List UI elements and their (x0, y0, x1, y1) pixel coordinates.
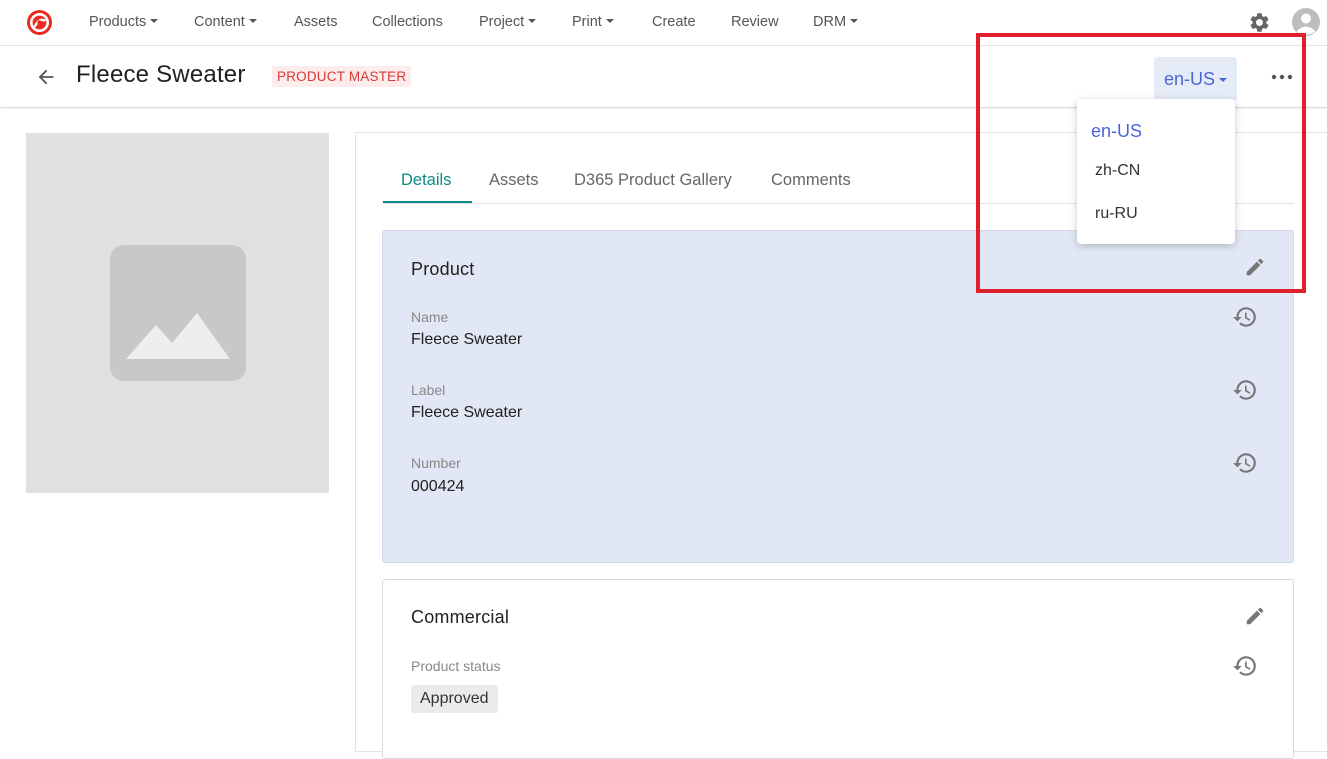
active-tab-indicator (383, 201, 472, 203)
nav-products-menu[interactable]: Products (89, 14, 159, 30)
nav-print-menu[interactable]: Print (572, 14, 614, 30)
language-option-en-us[interactable]: en-US (1091, 121, 1142, 142)
product-image-placeholder[interactable] (26, 133, 329, 493)
language-option-zh-cn[interactable]: zh-CN (1095, 162, 1140, 180)
language-option-ru-ru[interactable]: ru-RU (1095, 205, 1138, 223)
image-placeholder-icon (110, 245, 246, 381)
nav-assets-link[interactable]: Assets (294, 14, 338, 30)
gear-icon[interactable] (1248, 11, 1271, 34)
nav-drm-label: DRM (813, 14, 847, 30)
field-label-number: Number (411, 455, 461, 471)
language-selector-label: en-US (1164, 69, 1216, 89)
nav-drm-menu[interactable]: DRM (813, 14, 859, 30)
nav-assets-label: Assets (294, 14, 338, 30)
history-icon[interactable] (1232, 653, 1258, 679)
user-avatar-icon[interactable] (1292, 8, 1320, 36)
history-icon[interactable] (1232, 377, 1258, 403)
edit-pencil-icon[interactable] (1244, 256, 1266, 278)
nav-collections-link[interactable]: Collections (372, 14, 443, 30)
nav-create-label: Create (652, 14, 696, 30)
tab-details[interactable]: Details (401, 171, 451, 190)
top-navigation-bar: Products Content Assets Collections Proj… (0, 0, 1327, 46)
field-label-name: Name (411, 309, 449, 325)
field-value-name: Fleece Sweater (411, 331, 523, 348)
nav-collections-label: Collections (372, 14, 443, 30)
commercial-section-title: Commercial (411, 607, 510, 627)
chevron-down-icon (850, 19, 859, 23)
nav-project-menu[interactable]: Project (479, 14, 537, 30)
commercial-section-card: Commercial Product status Approved (382, 579, 1294, 759)
nav-print-label: Print (572, 14, 602, 30)
product-section-title: Product (411, 259, 475, 279)
field-value-number: 000424 (411, 478, 465, 495)
tab-comments[interactable]: Comments (771, 171, 851, 190)
chevron-down-icon (605, 19, 614, 23)
nav-content-menu[interactable]: Content (194, 14, 257, 30)
chevron-down-icon (528, 19, 537, 23)
edit-pencil-icon[interactable] (1244, 605, 1266, 627)
field-value-label: Fleece Sweater (411, 404, 523, 421)
product-master-badge: PRODUCT MASTER (272, 66, 412, 87)
chevron-down-icon (1219, 78, 1228, 82)
field-label-product-status: Product status (411, 658, 501, 674)
nav-products-label: Products (89, 14, 147, 30)
sitecore-logo-icon[interactable] (26, 9, 53, 36)
tab-assets[interactable]: Assets (489, 171, 539, 190)
language-dropdown-menu: en-US zh-CN ru-RU (1077, 99, 1235, 244)
product-section-card: Product Name Fleece Sweater Label Fleece… (382, 230, 1294, 563)
nav-content-label: Content (194, 14, 245, 30)
history-icon[interactable] (1232, 304, 1258, 330)
history-icon[interactable] (1232, 450, 1258, 476)
chevron-down-icon (150, 19, 159, 23)
nav-review-label: Review (731, 14, 779, 30)
product-status-chip: Approved (411, 685, 498, 713)
language-selector-button[interactable]: en-US (1154, 57, 1237, 101)
nav-review-link[interactable]: Review (731, 14, 779, 30)
more-options-icon[interactable] (1271, 74, 1293, 80)
page-title: Fleece Sweater (76, 61, 246, 88)
tab-d365-product-gallery[interactable]: D365 Product Gallery (574, 171, 732, 190)
chevron-down-icon (248, 19, 257, 23)
back-arrow-icon[interactable] (35, 66, 57, 88)
nav-create-link[interactable]: Create (652, 14, 696, 30)
nav-project-label: Project (479, 14, 525, 30)
field-label-label: Label (411, 382, 446, 398)
